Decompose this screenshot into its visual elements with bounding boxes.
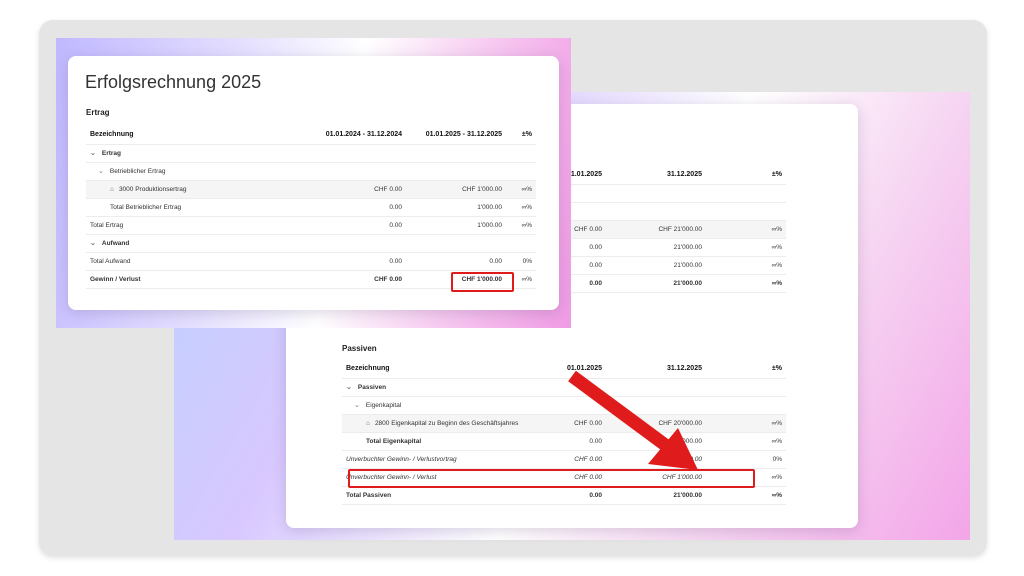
row-label: Total Aufwand — [86, 252, 256, 271]
cell-pct: ∞% — [706, 256, 786, 275]
row-label: Eigenkapital — [365, 402, 402, 409]
col-header-curr[interactable]: 31.12.2025 — [606, 166, 706, 185]
section-title-passiven: Passiven — [342, 344, 377, 353]
highlight-box-profit — [451, 272, 514, 292]
chevron-down-icon[interactable]: ⌄ — [346, 383, 352, 391]
cell-curr: CHF 21'000.00 — [606, 220, 706, 239]
chevron-down-icon[interactable]: ⌄ — [90, 149, 96, 157]
cell-curr: 21'000.00 — [606, 273, 706, 293]
chevron-down-icon[interactable]: ⌄ — [354, 401, 360, 409]
cell-pct: ∞% — [706, 485, 786, 505]
group-row-aufwand[interactable]: ⌄ Aufwand — [86, 234, 536, 253]
col-header-prev[interactable]: 01.01.2024 - 31.12.2024 — [256, 126, 406, 145]
cell-pct: ∞% — [706, 432, 786, 451]
cell-prev: CHF 0.00 — [256, 180, 406, 199]
chevron-down-icon[interactable]: ⌄ — [90, 239, 96, 247]
cell-curr: 1'000.00 — [406, 198, 506, 217]
income-table: Bezeichnung 01.01.2024 - 31.12.2024 01.0… — [86, 126, 536, 289]
table-row-total-passiven[interactable]: Total Passiven 0.00 21'000.00 ∞% — [342, 485, 786, 505]
cell-curr: 21'000.00 — [606, 485, 706, 505]
table-row[interactable]: Total Betrieblicher Ertrag 0.00 1'000.00… — [86, 198, 536, 217]
cell-pct: ∞% — [706, 273, 786, 293]
cell-prev: 0.00 — [256, 216, 406, 235]
cell-pct: ∞% — [506, 180, 536, 199]
cell-pct: ∞% — [706, 414, 786, 433]
row-label: Gewinn / Verlust — [86, 269, 256, 289]
cell-pct: ∞% — [506, 198, 536, 217]
cell-pct: 0% — [706, 450, 786, 469]
cell-curr: 0.00 — [406, 252, 506, 271]
cell-curr: CHF 1'000.00 — [406, 180, 506, 199]
row-label: Total Eigenkapital — [342, 432, 542, 451]
col-header-label[interactable]: Bezeichnung — [342, 360, 542, 379]
col-header-pct[interactable]: ±% — [706, 166, 786, 185]
cell-pct: ∞% — [506, 216, 536, 235]
col-header-pct[interactable]: ±% — [706, 360, 786, 379]
section-title-ertrag: Ertrag — [86, 108, 110, 117]
cell-prev: CHF 0.00 — [256, 269, 406, 289]
row-label: Total Betrieblicher Ertrag — [86, 198, 256, 217]
col-header-pct[interactable]: ±% — [506, 126, 536, 145]
row-label: Aufwand — [101, 240, 130, 247]
row-label: Total Ertrag — [86, 216, 256, 235]
group-row-betrieblicher-ertrag[interactable]: ⌄ Betrieblicher Ertrag — [86, 162, 536, 181]
cell-curr: 21'000.00 — [606, 256, 706, 275]
table-row[interactable]: Total Ertrag 0.00 1'000.00 ∞% — [86, 216, 536, 235]
cell-pct: ∞% — [706, 220, 786, 239]
cell-prev: 0.00 — [542, 485, 606, 505]
red-arrow-icon — [568, 370, 698, 470]
chevron-down-icon[interactable]: ⌄ — [98, 167, 104, 175]
col-header-curr[interactable]: 01.01.2025 - 31.12.2025 — [406, 126, 506, 145]
cell-pct: 0% — [506, 252, 536, 271]
account-row-3000[interactable]: ⌂ 3000 Produktionsertrag CHF 0.00 CHF 1'0… — [86, 180, 536, 199]
cell-pct: ∞% — [706, 238, 786, 257]
row-label: Unverbuchter Gewinn- / Verlustvortrag — [342, 450, 542, 469]
table-row[interactable]: Total Aufwand 0.00 0.00 0% — [86, 252, 536, 271]
row-label: 3000 Produktionsertrag — [118, 185, 187, 193]
bank-icon: ⌂ — [366, 419, 370, 427]
row-label: Betrieblicher Ertrag — [109, 168, 166, 175]
row-label: Passiven — [357, 384, 387, 391]
row-label: 2800 Eigenkapital zu Beginn des Geschäft… — [374, 419, 519, 427]
cell-prev: 0.00 — [256, 252, 406, 271]
row-label: Ertrag — [101, 150, 122, 157]
group-row-ertrag[interactable]: ⌄ Ertrag — [86, 144, 536, 163]
col-header-label[interactable]: Bezeichnung — [86, 126, 256, 145]
page-title: Erfolgsrechnung 2025 — [85, 72, 262, 92]
cell-curr: 1'000.00 — [406, 216, 506, 235]
bank-icon: ⌂ — [110, 185, 114, 193]
cell-curr: 21'000.00 — [606, 238, 706, 257]
row-label: Total Passiven — [342, 485, 542, 505]
cell-prev: 0.00 — [256, 198, 406, 217]
